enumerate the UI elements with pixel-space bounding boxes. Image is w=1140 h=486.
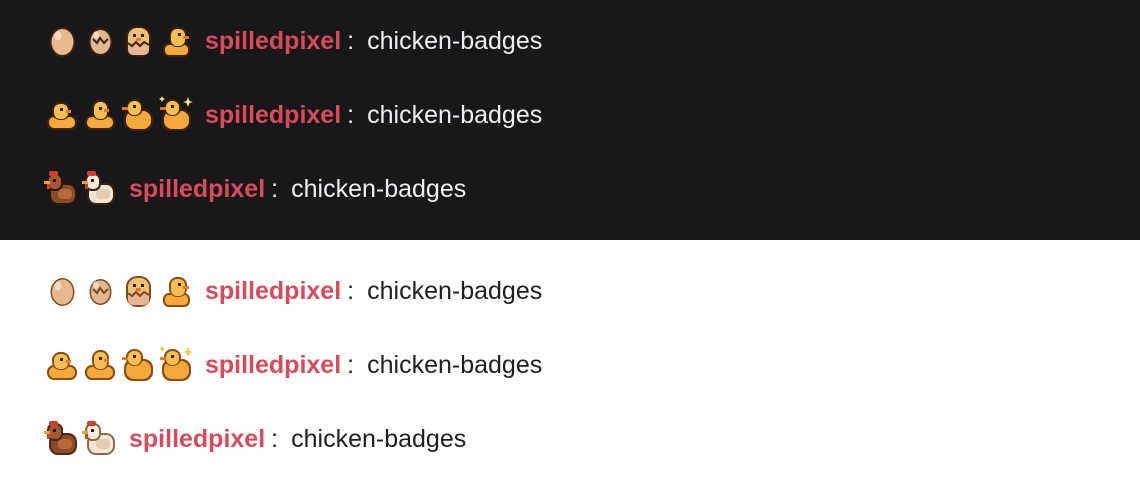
chat-line: spilledpixel : chicken-badges [44, 169, 466, 209]
chat-message: chicken-badges [367, 276, 543, 305]
badge-list [44, 419, 120, 459]
hatching-chick-badge-icon[interactable] [120, 271, 157, 311]
chick-badge-icon[interactable] [82, 345, 119, 385]
username[interactable]: spilledpixel [205, 351, 341, 380]
sparkle-chick-badge-icon[interactable] [158, 95, 195, 135]
separator: : [271, 424, 279, 453]
username[interactable]: spilledpixel [205, 27, 341, 56]
chat-line: spilledpixel : chicken-badges [44, 345, 542, 385]
username[interactable]: spilledpixel [129, 175, 265, 204]
chick-badge-icon[interactable] [158, 21, 195, 61]
cracked-egg-badge-icon[interactable] [82, 21, 119, 61]
brown-hen-badge-icon[interactable] [44, 169, 81, 209]
brown-hen-badge-icon[interactable] [44, 419, 81, 459]
username[interactable]: spilledpixel [205, 277, 341, 306]
chat-line: spilledpixel : chicken-badges [44, 271, 542, 311]
chick-badge-icon[interactable] [82, 95, 119, 135]
badge-list [44, 95, 196, 135]
badge-list [44, 21, 196, 61]
username[interactable]: spilledpixel [129, 425, 265, 454]
separator: : [347, 100, 355, 129]
chat-message: chicken-badges [291, 174, 467, 203]
separator: : [347, 350, 355, 379]
badge-list [44, 169, 120, 209]
egg-badge-icon[interactable] [44, 21, 81, 61]
chick-badge-icon[interactable] [158, 271, 195, 311]
chick-badge-icon[interactable] [120, 345, 157, 385]
white-hen-badge-icon[interactable] [82, 169, 119, 209]
chat-panel-light: spilledpixel : chicken-badges spilledpix… [0, 240, 1140, 486]
chat-panel-dark: spilledpixel : chicken-badges spilledpix… [0, 0, 1140, 240]
chick-badge-icon[interactable] [44, 345, 81, 385]
badge-list [44, 345, 196, 385]
chat-message: chicken-badges [367, 26, 543, 55]
white-hen-badge-icon[interactable] [82, 419, 119, 459]
chat-message: chicken-badges [367, 350, 543, 379]
egg-badge-icon[interactable] [44, 271, 81, 311]
chat-line: spilledpixel : chicken-badges [44, 95, 542, 135]
chick-badge-icon[interactable] [44, 95, 81, 135]
sparkle-chick-badge-icon[interactable] [158, 345, 195, 385]
username[interactable]: spilledpixel [205, 101, 341, 130]
badge-list [44, 271, 196, 311]
hatching-chick-badge-icon[interactable] [120, 21, 157, 61]
separator: : [347, 26, 355, 55]
cracked-egg-badge-icon[interactable] [82, 271, 119, 311]
chat-line: spilledpixel : chicken-badges [44, 21, 542, 61]
chat-line: spilledpixel : chicken-badges [44, 419, 466, 459]
separator: : [347, 276, 355, 305]
separator: : [271, 174, 279, 203]
chat-message: chicken-badges [291, 424, 467, 453]
chat-message: chicken-badges [367, 100, 543, 129]
chick-badge-icon[interactable] [120, 95, 157, 135]
